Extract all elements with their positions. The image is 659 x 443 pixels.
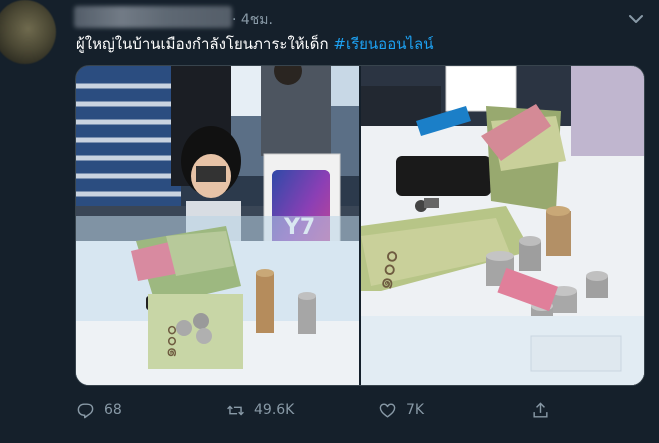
photo-right-scene: ๑๐๐ <box>361 66 644 385</box>
avatar[interactable] <box>0 0 56 64</box>
caret-down-icon[interactable] <box>626 9 646 29</box>
hashtag-link[interactable]: #เรียนออนไลน์ <box>333 35 433 53</box>
retweet-count: 49.6K <box>254 402 295 418</box>
like-button[interactable]: 7K <box>378 398 424 422</box>
share-button[interactable] <box>531 398 559 422</box>
author-name-blurred[interactable] <box>74 6 232 28</box>
like-count: 7K <box>406 402 425 418</box>
photo-left-scene: Y7 ๑๐๐ <box>76 66 359 385</box>
share-icon <box>533 401 548 418</box>
tweet-actions: 68 49.6K 7K <box>76 398 596 422</box>
photo-left[interactable]: Y7 ๑๐๐ <box>76 66 359 385</box>
retweet-button[interactable]: 49.6K <box>226 398 294 422</box>
retweet-icon <box>227 405 244 415</box>
like-icon <box>379 402 396 418</box>
photo-right[interactable]: ๑๐๐ <box>361 66 644 385</box>
tweet-time[interactable]: · 4ชม. <box>232 9 273 31</box>
tweet-text-main: ผู้ใหญ่ในบ้านเมืองกำลังโยนภาระให้เด็ก <box>76 35 334 53</box>
reply-icon <box>77 402 94 418</box>
tweet-media[interactable]: Y7 ๑๐๐ <box>75 65 645 386</box>
tweet-text: ผู้ใหญ่ในบ้านเมืองกำลังโยนภาระให้เด็ก #เ… <box>76 34 433 54</box>
reply-count: 68 <box>104 402 122 418</box>
reply-button[interactable]: 68 <box>76 398 122 422</box>
tweet[interactable]: · 4ชม. ผู้ใหญ่ในบ้านเมืองกำลังโยนภาระให้… <box>0 0 659 443</box>
